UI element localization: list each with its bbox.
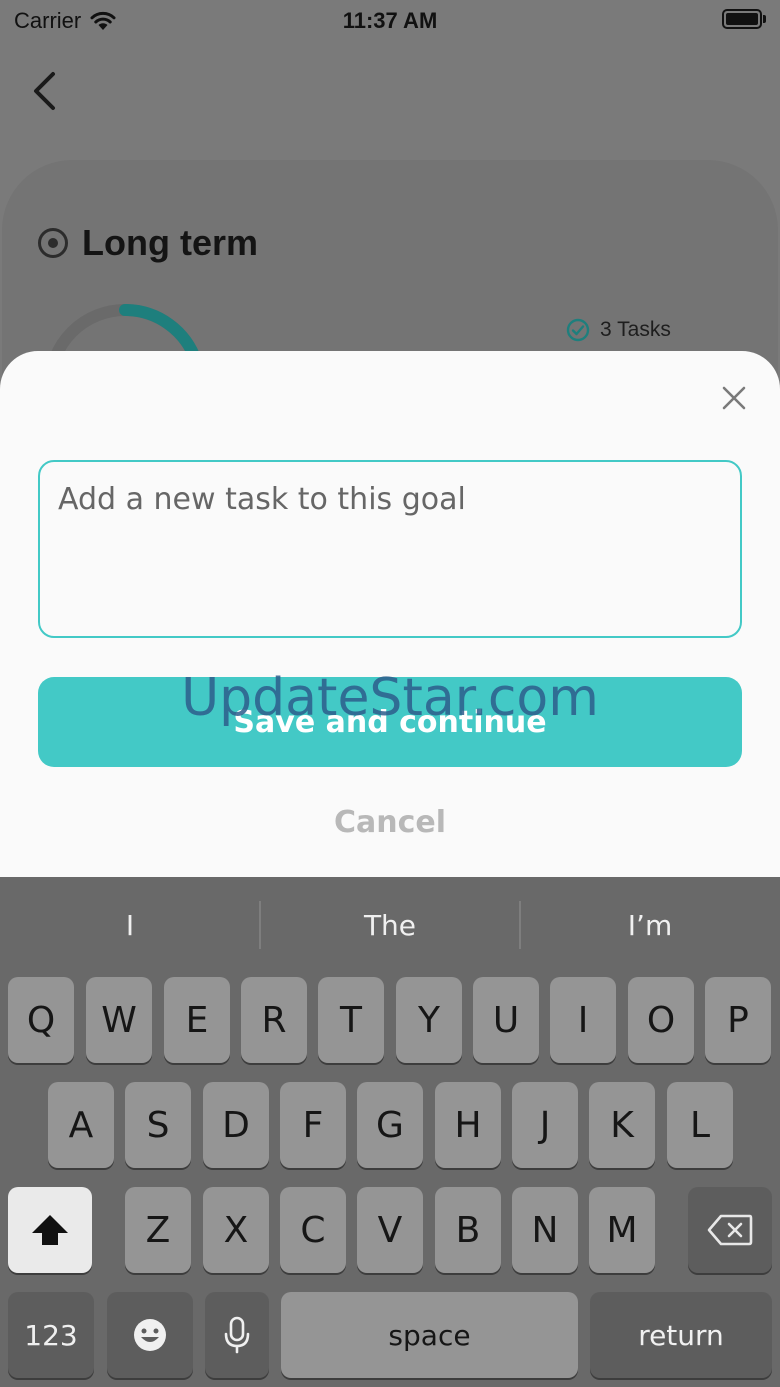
key-k[interactable]: K <box>589 1082 655 1168</box>
microphone-icon <box>224 1316 250 1354</box>
key-r[interactable]: R <box>241 977 307 1063</box>
key-v[interactable]: V <box>357 1187 423 1273</box>
key-f[interactable]: F <box>280 1082 346 1168</box>
key-e[interactable]: E <box>164 977 230 1063</box>
tasks-count: 3 Tasks <box>566 318 671 342</box>
key-m[interactable]: M <box>589 1187 655 1273</box>
space-key[interactable]: space <box>281 1292 578 1378</box>
key-l[interactable]: L <box>667 1082 733 1168</box>
suggestion-1[interactable]: I <box>0 877 260 973</box>
delete-key[interactable] <box>688 1187 772 1273</box>
goal-header: Long term <box>38 222 258 264</box>
key-q[interactable]: Q <box>8 977 74 1063</box>
suggestion-3[interactable]: I’m <box>520 877 780 973</box>
key-t[interactable]: T <box>318 977 384 1063</box>
key-y[interactable]: Y <box>396 977 462 1063</box>
key-c[interactable]: C <box>280 1187 346 1273</box>
emoji-key[interactable] <box>107 1292 193 1378</box>
keyboard: I The I’m Q W E R T Y U I O P A S D F G … <box>0 877 780 1387</box>
key-x[interactable]: X <box>203 1187 269 1273</box>
key-i[interactable]: I <box>550 977 616 1063</box>
key-b[interactable]: B <box>435 1187 501 1273</box>
key-h[interactable]: H <box>435 1082 501 1168</box>
cancel-button[interactable]: Cancel <box>290 800 490 844</box>
chevron-left-icon <box>34 72 55 110</box>
status-bar: Carrier 11:37 AM <box>0 0 780 40</box>
key-n[interactable]: N <box>512 1187 578 1273</box>
close-button[interactable] <box>716 380 752 416</box>
shift-key[interactable] <box>8 1187 92 1273</box>
emoji-icon <box>134 1319 166 1351</box>
numbers-key[interactable]: 123 <box>8 1292 94 1378</box>
key-j[interactable]: J <box>512 1082 578 1168</box>
target-icon <box>38 228 68 258</box>
dictation-key[interactable] <box>205 1292 269 1378</box>
save-and-continue-button[interactable]: Save and continue <box>38 677 742 767</box>
key-s[interactable]: S <box>125 1082 191 1168</box>
suggestion-bar: I The I’m <box>0 877 780 973</box>
key-p[interactable]: P <box>705 977 771 1063</box>
return-key[interactable]: return <box>590 1292 772 1378</box>
shift-icon <box>32 1215 68 1245</box>
clock: 11:37 AM <box>342 8 438 33</box>
close-icon <box>722 386 746 410</box>
key-a[interactable]: A <box>48 1082 114 1168</box>
back-button[interactable] <box>24 66 64 116</box>
key-w[interactable]: W <box>86 977 152 1063</box>
task-input[interactable] <box>38 460 742 638</box>
key-g[interactable]: G <box>357 1082 423 1168</box>
key-u[interactable]: U <box>473 977 539 1063</box>
key-o[interactable]: O <box>628 977 694 1063</box>
battery-icon <box>722 9 766 29</box>
goal-title: Long term <box>82 222 258 263</box>
key-z[interactable]: Z <box>125 1187 191 1273</box>
backspace-icon <box>707 1214 753 1246</box>
check-circle-icon <box>566 318 590 342</box>
suggestion-2[interactable]: The <box>260 877 520 973</box>
tasks-count-label: 3 Tasks <box>600 318 671 341</box>
key-d[interactable]: D <box>203 1082 269 1168</box>
